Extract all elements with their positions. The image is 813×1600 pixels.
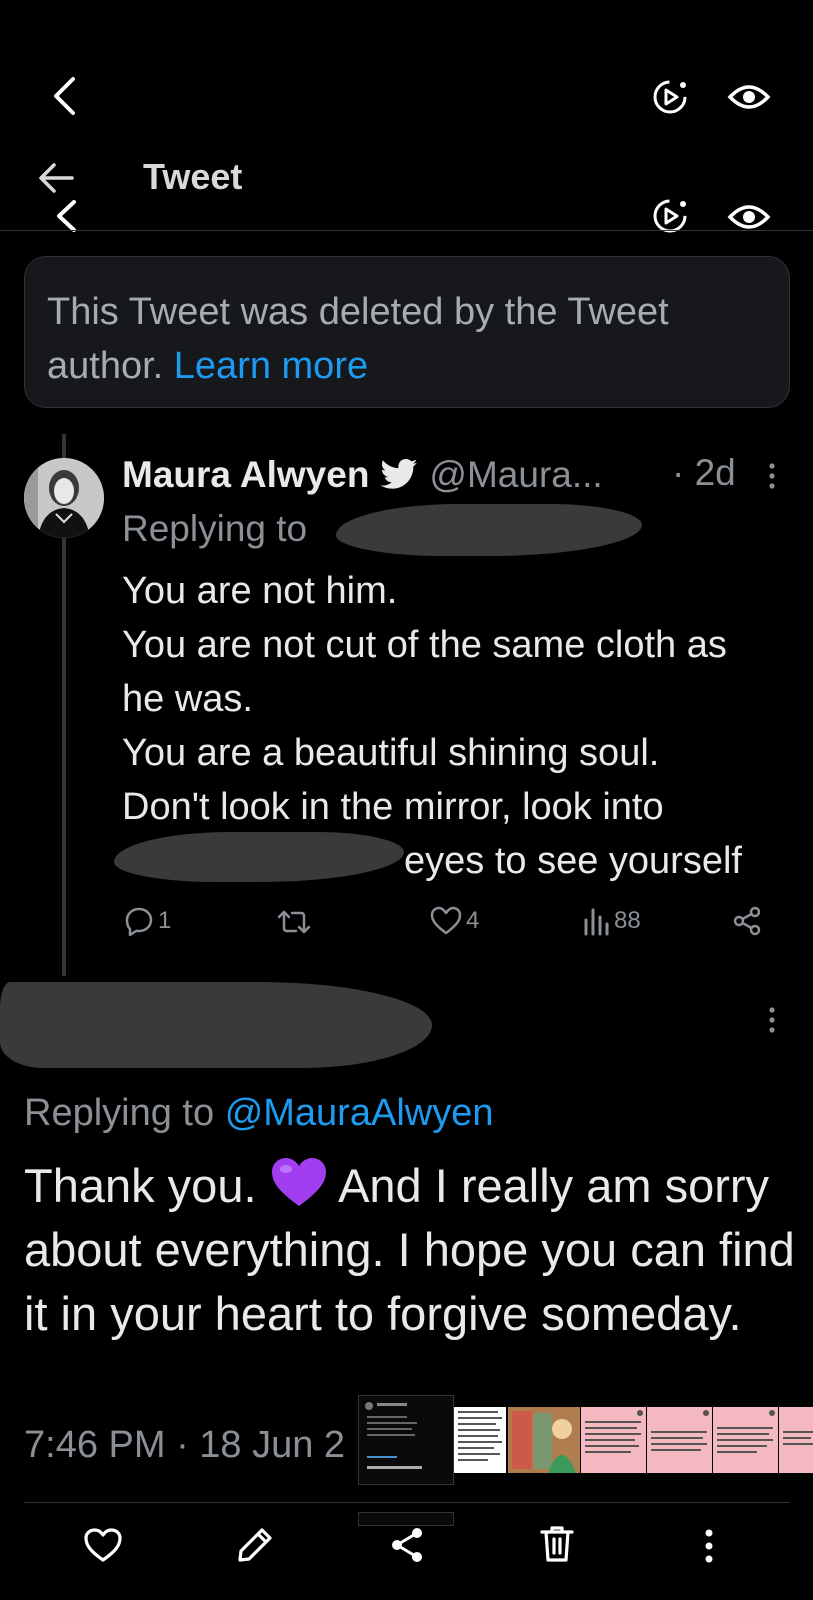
retweet-icon (277, 910, 311, 934)
back-chevron-icon (54, 77, 75, 115)
tweet-age: · 2d (672, 452, 736, 493)
edit-pencil-icon (238, 1528, 272, 1562)
thumbnail-strip[interactable] (358, 1395, 813, 1487)
thumbnail-photo[interactable] (508, 1407, 580, 1473)
thumbnail-pink-2[interactable] (646, 1407, 712, 1473)
favorite-button[interactable] (80, 1523, 126, 1567)
back-arrow-icon (39, 163, 74, 193)
purple-heart-icon (271, 1158, 326, 1206)
author-name[interactable]: Maura Alwyen (122, 454, 369, 496)
page-title: Tweet (143, 156, 243, 197)
back-chevron-icon (57, 200, 76, 232)
thumbnail-pink-3[interactable] (712, 1407, 778, 1473)
overlay-replay-button-top[interactable] (648, 75, 692, 119)
edit-button[interactable] (232, 1523, 278, 1567)
overlay-eye-button-top[interactable] (726, 78, 772, 116)
tweet-line: Don't look in the mirror, look into (122, 786, 664, 828)
tweet-line: You are not cut of the same cloth as (122, 624, 727, 666)
share-icon (733, 906, 761, 936)
like-icon (430, 906, 462, 935)
eye-icon (727, 85, 771, 109)
author-handle: @Maura... (429, 454, 603, 495)
reply-action[interactable]: 1 (124, 906, 171, 936)
like-count: 4 (466, 907, 480, 934)
reply-more-button[interactable] (760, 456, 784, 496)
replying-to-label: Replying to (122, 508, 308, 549)
avatar[interactable] (24, 458, 104, 538)
like-action[interactable]: 4 (430, 906, 479, 936)
heart-icon (84, 1528, 122, 1562)
delete-button[interactable] (534, 1521, 580, 1567)
views-action[interactable]: 88 (582, 906, 641, 936)
reply-action-bar: 1 4 88 (0, 898, 813, 948)
thumbnail-pink-1[interactable] (580, 1407, 646, 1473)
share-action[interactable] (732, 906, 762, 936)
back-button[interactable] (36, 158, 76, 198)
bottom-toolbar (0, 1515, 813, 1575)
reply-icon (125, 907, 153, 936)
main-tweet-text: Thank you. And I really am sorry about e… (24, 1154, 804, 1346)
main-more-button[interactable] (760, 1000, 784, 1040)
tweet-timestamp: 7:46 PM · 18 Jun 2 (24, 1424, 346, 1466)
learn-more-link[interactable]: Learn more (174, 345, 368, 387)
bottom-divider (24, 1502, 790, 1503)
main-text-part1: Thank you. (24, 1159, 257, 1212)
tweet-line-end: eyes to see yourself (404, 840, 742, 882)
more-vertical-icon (705, 1529, 713, 1563)
verified-bird-icon (380, 459, 418, 489)
views-icon (584, 908, 609, 936)
main-replying-to-label: Replying to (24, 1092, 215, 1134)
retweet-action[interactable] (276, 908, 312, 936)
overlay-replay-button-bottom[interactable] (648, 194, 692, 238)
reply-author-row[interactable]: Maura Alwyen @Maura... (122, 452, 603, 498)
deleted-tweet-notice: This Tweet was deleted by the Tweet auth… (24, 256, 790, 408)
live-replay-icon (653, 80, 687, 114)
trash-icon (540, 1526, 574, 1562)
thumbnail-text[interactable] (454, 1407, 506, 1473)
header-divider (0, 230, 813, 231)
more-options-button[interactable] (694, 1525, 724, 1567)
more-vertical-icon (769, 463, 775, 489)
views-count: 88 (614, 907, 641, 934)
redacted-author (0, 982, 432, 1068)
thumbnail-pink-4[interactable] (778, 1407, 813, 1473)
overlay-back-chevron-top[interactable] (44, 72, 84, 120)
more-vertical-icon (769, 1007, 775, 1033)
share-button[interactable] (384, 1523, 430, 1567)
tweet-line: he was. (122, 678, 253, 720)
share-icon (392, 1528, 422, 1562)
tweet-line: You are a beautiful shining soul. (122, 732, 660, 774)
redacted-username (336, 504, 642, 556)
replying-to-handle-link[interactable]: @MauraAlwyen (225, 1092, 494, 1134)
main-replying-to: Replying to @MauraAlwyen (24, 1092, 493, 1135)
eye-icon (727, 205, 771, 229)
reply-count: 1 (158, 907, 172, 934)
tweet-line: You are not him. (122, 570, 398, 612)
thumbnail-screenshot[interactable] (358, 1395, 454, 1485)
